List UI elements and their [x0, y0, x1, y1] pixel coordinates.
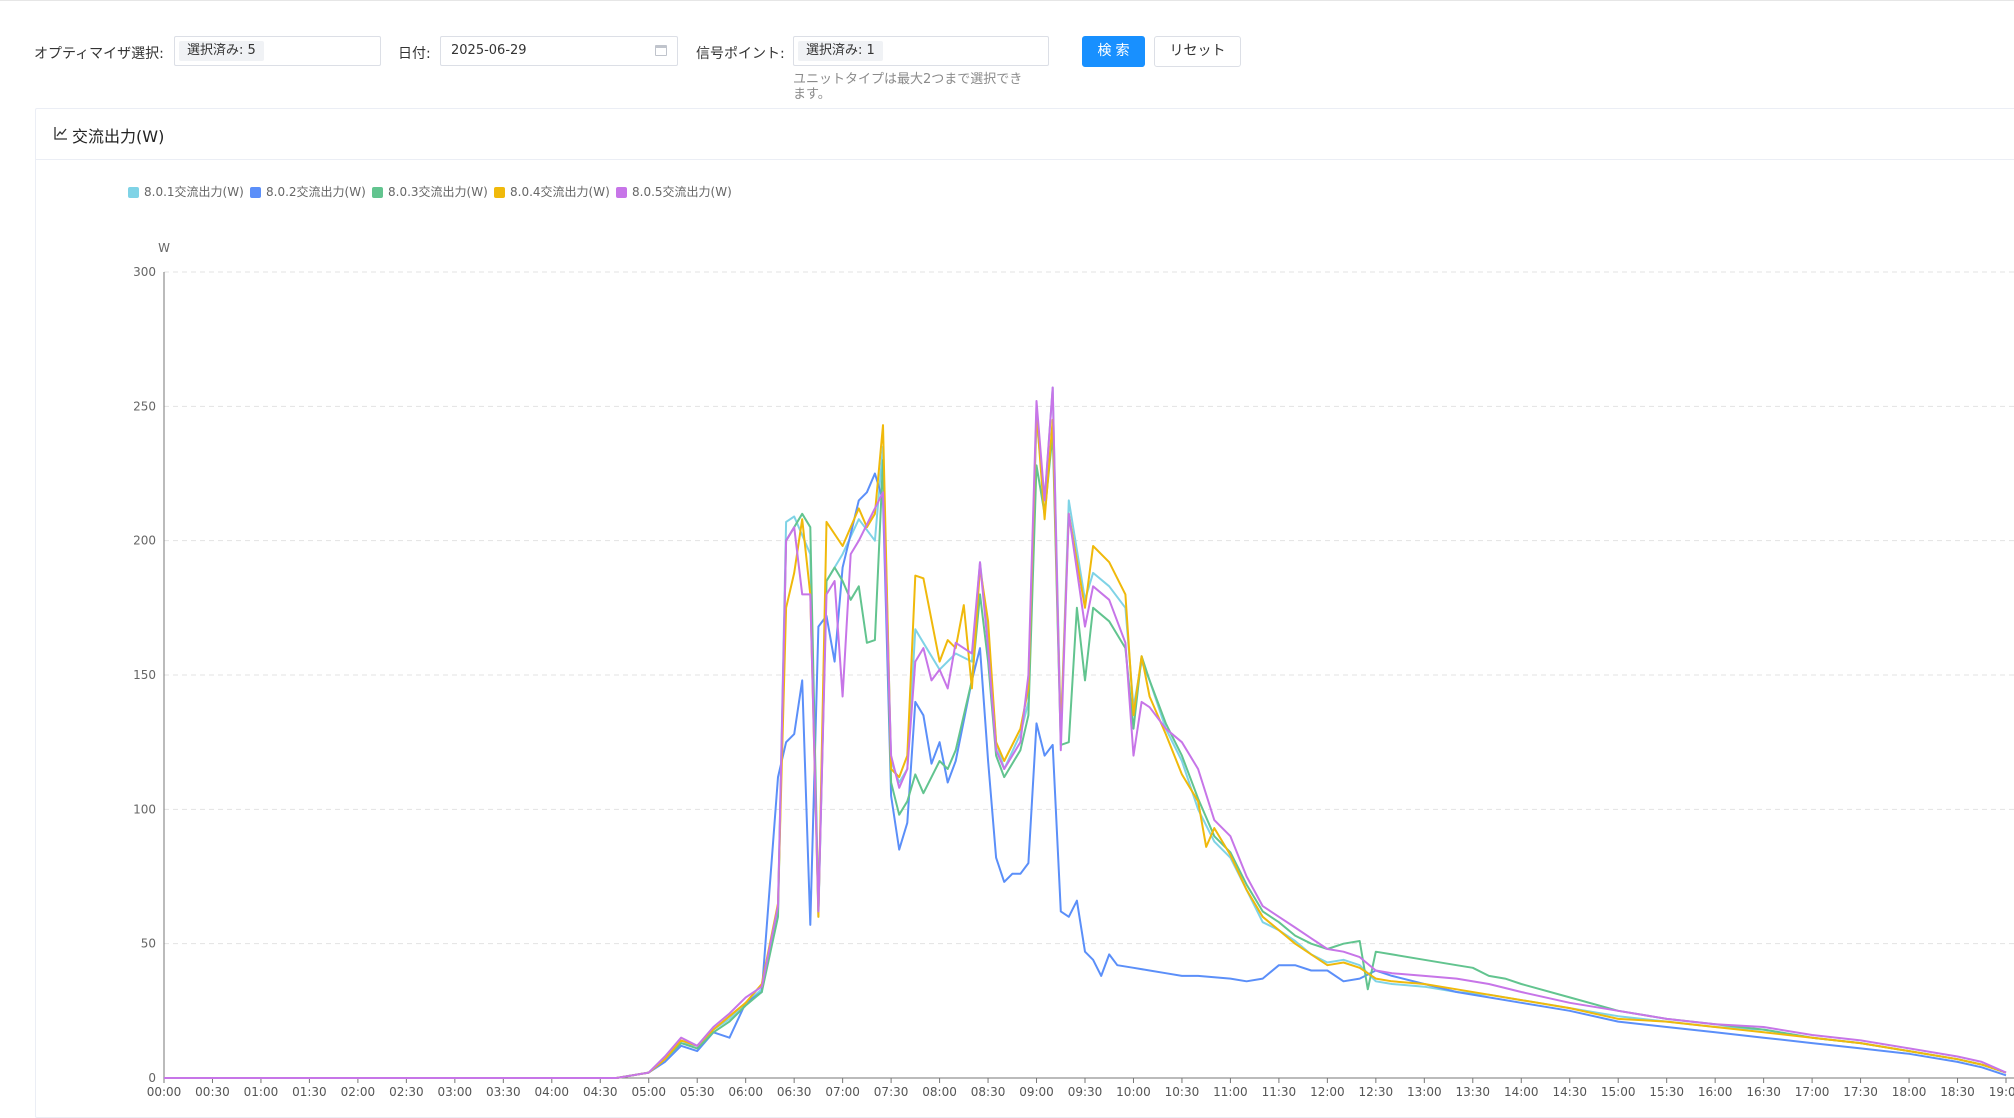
- x-tick-label: 11:00: [1213, 1085, 1248, 1099]
- x-tick-label: 14:30: [1552, 1085, 1587, 1099]
- x-tick-label: 03:00: [438, 1085, 473, 1099]
- x-tick-label: 01:30: [292, 1085, 327, 1099]
- x-tick-label: 09:00: [1019, 1085, 1054, 1099]
- x-tick-label: 17:30: [1843, 1085, 1878, 1099]
- series-line-5: [164, 386, 2007, 1079]
- series-line-2: [164, 472, 2007, 1079]
- y-tick-label: 0: [148, 1071, 156, 1085]
- x-tick-label: 00:30: [195, 1085, 230, 1099]
- x-tick-label: 16:30: [1746, 1085, 1781, 1099]
- x-tick-label: 08:00: [922, 1085, 957, 1099]
- x-tick-label: 05:00: [631, 1085, 666, 1099]
- series-line-4: [164, 410, 2007, 1079]
- x-tick-label: 13:30: [1455, 1085, 1490, 1099]
- x-tick-label: 07:00: [825, 1085, 860, 1099]
- y-tick-label: 150: [133, 668, 156, 682]
- x-tick-label: 03:30: [486, 1085, 521, 1099]
- x-tick-label: 18:30: [1940, 1085, 1975, 1099]
- x-tick-label: 10:30: [1165, 1085, 1200, 1099]
- x-tick-label: 13:00: [1407, 1085, 1442, 1099]
- x-tick-label: 18:00: [1892, 1085, 1927, 1099]
- x-tick-label: 08:30: [971, 1085, 1006, 1099]
- x-tick-label: 06:00: [728, 1085, 763, 1099]
- series-line-1: [164, 386, 2007, 1079]
- x-tick-label: 02:00: [341, 1085, 376, 1099]
- x-tick-label: 04:30: [583, 1085, 618, 1099]
- y-tick-label: 200: [133, 534, 156, 548]
- series-line-3: [164, 432, 2007, 1079]
- x-tick-label: 06:30: [777, 1085, 812, 1099]
- x-tick-label: 07:30: [874, 1085, 909, 1099]
- y-tick-label: 100: [133, 802, 156, 816]
- y-tick-label: 300: [133, 265, 156, 279]
- x-tick-label: 01:00: [244, 1085, 279, 1099]
- y-tick-label: 250: [133, 399, 156, 413]
- x-tick-label: 12:30: [1359, 1085, 1394, 1099]
- x-tick-label: 09:30: [1068, 1085, 1103, 1099]
- x-tick-label: 15:00: [1601, 1085, 1636, 1099]
- x-tick-label: 15:30: [1649, 1085, 1684, 1099]
- x-tick-label: 17:00: [1795, 1085, 1830, 1099]
- x-tick-label: 05:30: [680, 1085, 715, 1099]
- ac-output-line-chart: 0 50 100 150 200 250 300W 00:00 00:30 01:00 01:30 0…: [133, 241, 2014, 1099]
- x-tick-label: 16:00: [1698, 1085, 1733, 1099]
- x-tick-label: 00:00: [147, 1085, 182, 1099]
- x-tick-label: 14:00: [1504, 1085, 1539, 1099]
- x-tick-label: 04:00: [534, 1085, 569, 1099]
- x-tick-label: 12:00: [1310, 1085, 1345, 1099]
- y-axis-unit-label: W: [158, 241, 170, 255]
- x-tick-label: 10:00: [1116, 1085, 1151, 1099]
- x-tick-label: 11:30: [1262, 1085, 1297, 1099]
- x-tick-label: 02:30: [389, 1085, 424, 1099]
- x-tick-label: 19:00: [1989, 1085, 2014, 1099]
- y-tick-label: 50: [141, 937, 156, 951]
